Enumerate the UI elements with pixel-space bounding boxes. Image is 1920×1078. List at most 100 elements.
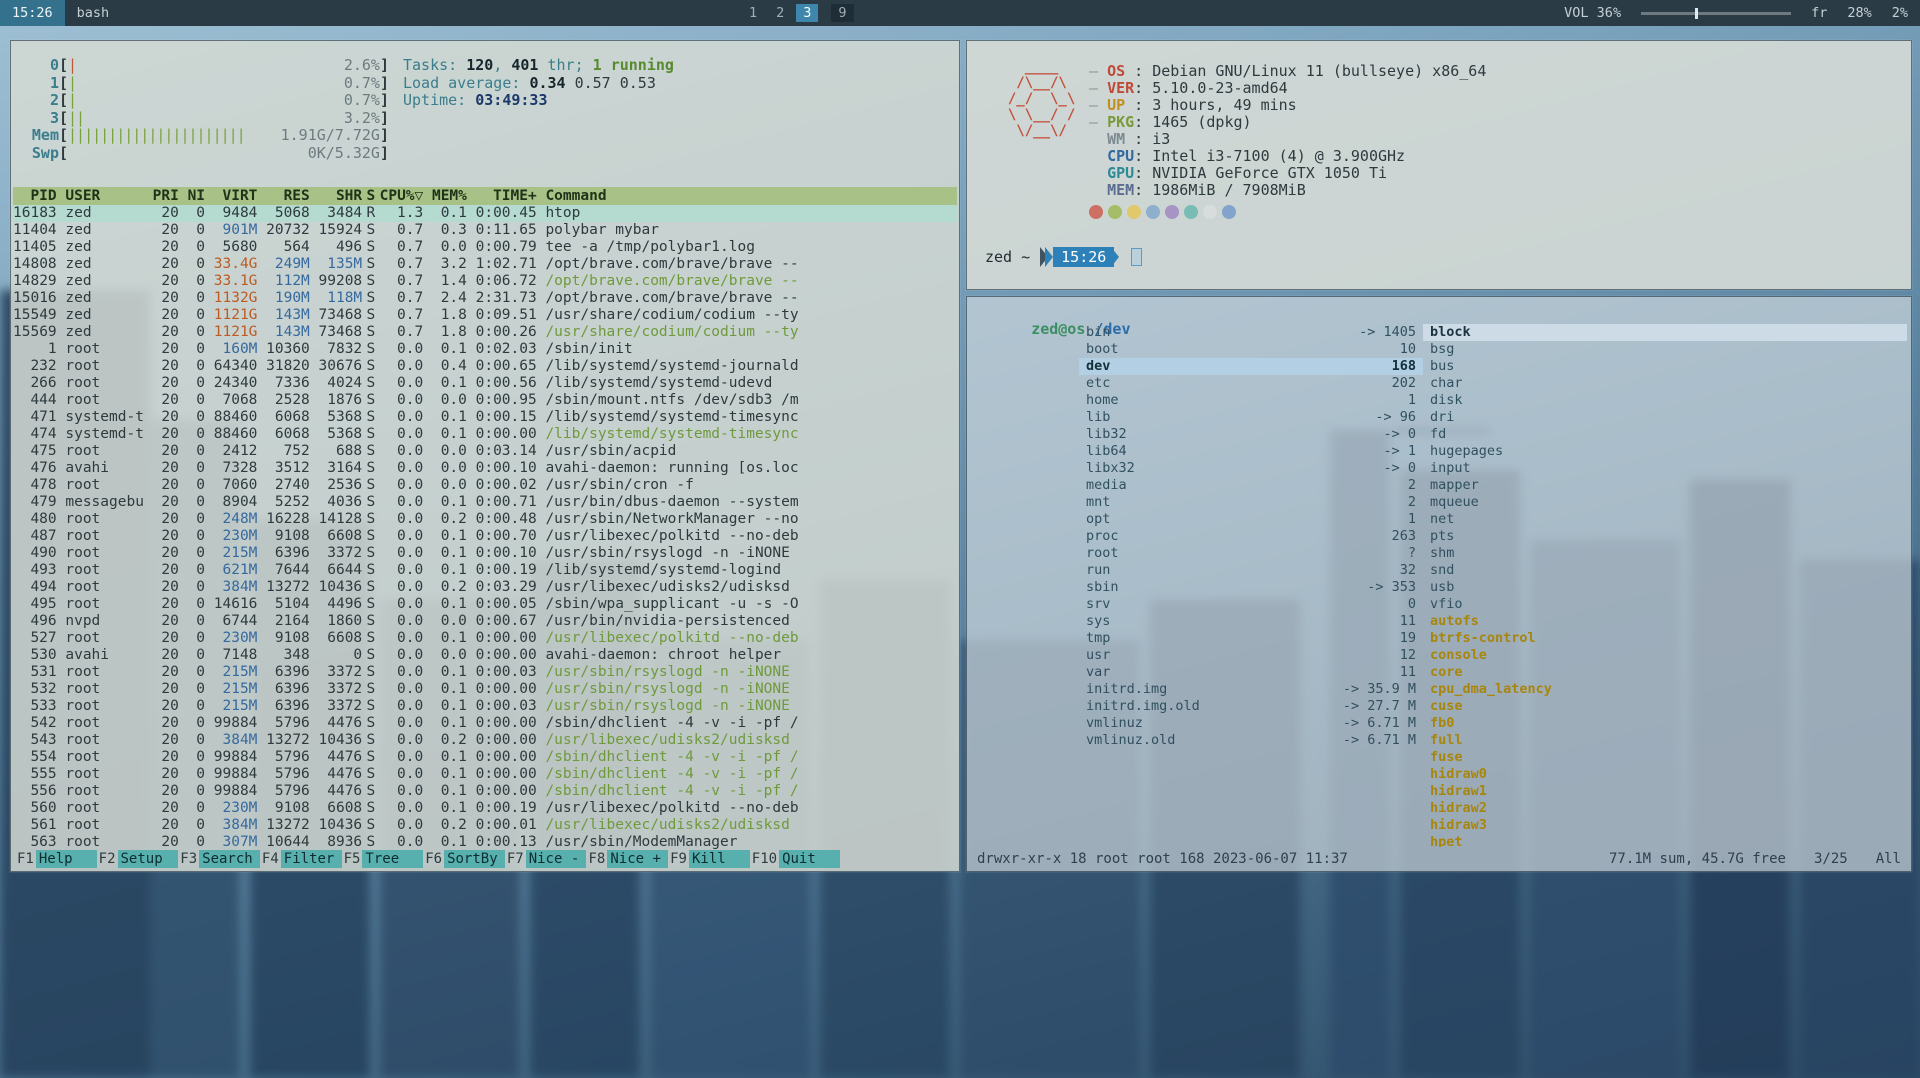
file-row-bin[interactable]: bin-> 1405 xyxy=(1079,324,1423,341)
file-row-snd[interactable]: snd xyxy=(1423,562,1907,579)
shell-prompt[interactable]: zed ~ 15:26 xyxy=(985,247,1142,267)
process-row[interactable]: 16183zed200948450683484R1.30.10:00.45hto… xyxy=(13,205,957,222)
file-row-vmlinuz[interactable]: vmlinuz-> 6.71 M xyxy=(1079,715,1423,732)
process-row[interactable]: 532root200215M63963372S0.00.10:00.00/usr… xyxy=(13,681,957,698)
column-header-res[interactable]: RES xyxy=(257,187,309,205)
process-row[interactable]: 542root2009988457964476S0.00.10:00.00/sb… xyxy=(13,715,957,732)
column-header-pri[interactable]: PRI xyxy=(144,187,179,205)
process-row[interactable]: 560root200230M91086608S0.00.10:00.19/usr… xyxy=(13,800,957,817)
process-row[interactable]: 15569zed2001121G143M73468S0.71.80:00.26/… xyxy=(13,324,957,341)
file-row-lib[interactable]: lib-> 96 xyxy=(1079,409,1423,426)
file-row-srv[interactable]: srv0 xyxy=(1079,596,1423,613)
workspace-button-3[interactable]: 3 xyxy=(796,4,818,22)
file-row-opt[interactable]: opt1 xyxy=(1079,511,1423,528)
file-row-char[interactable]: char xyxy=(1423,375,1907,392)
workspace-button-9[interactable]: 9 xyxy=(831,4,853,22)
process-row[interactable]: 543root200384M1327210436S0.00.20:00.00/u… xyxy=(13,732,957,749)
fkey-setup[interactable]: F2Setup xyxy=(97,850,179,868)
process-row[interactable]: 531root200215M63963372S0.00.10:00.03/usr… xyxy=(13,664,957,681)
process-row[interactable]: 563root200307M106448936S0.00.10:00.13/us… xyxy=(13,834,957,851)
file-row-media[interactable]: media2 xyxy=(1079,477,1423,494)
file-row-bsg[interactable]: bsg xyxy=(1423,341,1907,358)
process-row[interactable]: 527root200230M91086608S0.00.10:00.00/usr… xyxy=(13,630,957,647)
fkey-quit[interactable]: F10Quit xyxy=(750,850,840,868)
process-row[interactable]: 474systemd-t2008846060685368S0.00.10:00.… xyxy=(13,426,957,443)
file-row-var[interactable]: var11 xyxy=(1079,664,1423,681)
process-row[interactable]: 471systemd-t2008846060685368S0.00.10:00.… xyxy=(13,409,957,426)
file-row-input[interactable]: input xyxy=(1423,460,1907,477)
file-row-sbin[interactable]: sbin-> 353 xyxy=(1079,579,1423,596)
file-row-dev[interactable]: dev168 xyxy=(1079,358,1423,375)
file-row-vmlinuz.old[interactable]: vmlinuz.old-> 6.71 M xyxy=(1079,732,1423,749)
file-row-lib64[interactable]: lib64-> 1 xyxy=(1079,443,1423,460)
process-row[interactable]: 1root200160M103607832S0.00.10:02.03/sbin… xyxy=(13,341,957,358)
file-row-initrd.img.old[interactable]: initrd.img.old-> 27.7 M xyxy=(1079,698,1423,715)
fkey-filter[interactable]: F4Filter xyxy=(260,850,342,868)
file-row-btrfs-control[interactable]: btrfs-control xyxy=(1423,630,1907,647)
process-row[interactable]: 14808zed20033.4G249M135MS0.73.21:02.71/o… xyxy=(13,256,957,273)
fkey-kill[interactable]: F9Kill xyxy=(668,850,750,868)
file-row-usb[interactable]: usb xyxy=(1423,579,1907,596)
file-row-cuse[interactable]: cuse xyxy=(1423,698,1907,715)
file-row-shm[interactable]: shm xyxy=(1423,545,1907,562)
process-row[interactable]: 530avahi20071483480S0.00.00:00.00avahi-d… xyxy=(13,647,957,664)
file-row-libx32[interactable]: libx32-> 0 xyxy=(1079,460,1423,477)
fkey-tree[interactable]: F5Tree xyxy=(342,850,424,868)
file-row-dri[interactable]: dri xyxy=(1423,409,1907,426)
process-row[interactable]: 14829zed20033.1G112M99208S0.71.40:06.72/… xyxy=(13,273,957,290)
process-row[interactable]: 555root2009988457964476S0.00.10:00.00/sb… xyxy=(13,766,957,783)
file-row-home[interactable]: home1 xyxy=(1079,392,1423,409)
file-row-mnt[interactable]: mnt2 xyxy=(1079,494,1423,511)
process-row[interactable]: 479messagebu200890452524036S0.00.10:00.7… xyxy=(13,494,957,511)
process-row[interactable]: 494root200384M1327210436S0.00.20:03.29/u… xyxy=(13,579,957,596)
file-row-fd[interactable]: fd xyxy=(1423,426,1907,443)
file-row-mapper[interactable]: mapper xyxy=(1423,477,1907,494)
file-row-full[interactable]: full xyxy=(1423,732,1907,749)
file-row-usr[interactable]: usr12 xyxy=(1079,647,1423,664)
file-row-disk[interactable]: disk xyxy=(1423,392,1907,409)
fkey-search[interactable]: F3Search xyxy=(178,850,260,868)
process-row[interactable]: 11404zed200901M2073215924S0.70.30:11.65p… xyxy=(13,222,957,239)
process-row[interactable]: 480root200248M1622814128S0.00.20:00.48/u… xyxy=(13,511,957,528)
file-row-fuse[interactable]: fuse xyxy=(1423,749,1907,766)
file-row-console[interactable]: console xyxy=(1423,647,1907,664)
file-row-vfio[interactable]: vfio xyxy=(1423,596,1907,613)
file-row-proc[interactable]: proc263 xyxy=(1079,528,1423,545)
fkey-help[interactable]: F1Help xyxy=(15,850,97,868)
file-row-mqueue[interactable]: mqueue xyxy=(1423,494,1907,511)
column-header-pid[interactable]: PID xyxy=(13,187,57,205)
column-header-ni[interactable]: NI xyxy=(179,187,205,205)
file-row-hpet[interactable]: hpet xyxy=(1423,834,1907,847)
file-row-autofs[interactable]: autofs xyxy=(1423,613,1907,630)
column-header-user[interactable]: USER xyxy=(57,187,144,205)
process-row[interactable]: 11405zed2005680564496S0.70.00:00.79tee -… xyxy=(13,239,957,256)
process-row[interactable]: 475root2002412752688S0.00.00:03.14/usr/s… xyxy=(13,443,957,460)
column-header-s[interactable]: S xyxy=(362,187,379,205)
process-row[interactable]: 493root200621M76446644S0.00.10:00.19/lib… xyxy=(13,562,957,579)
file-row-pts[interactable]: pts xyxy=(1423,528,1907,545)
file-row-core[interactable]: core xyxy=(1423,664,1907,681)
volume-slider[interactable] xyxy=(1641,12,1791,15)
process-row[interactable]: 556root2009988457964476S0.00.10:00.00/sb… xyxy=(13,783,957,800)
process-row[interactable]: 554root2009988457964476S0.00.10:00.00/sb… xyxy=(13,749,957,766)
file-row-boot[interactable]: boot10 xyxy=(1079,341,1423,358)
process-row[interactable]: 266root2002434073364024S0.00.10:00.56/li… xyxy=(13,375,957,392)
column-header-command[interactable]: Command xyxy=(537,187,957,205)
volume-slider-handle[interactable] xyxy=(1695,8,1698,19)
process-row[interactable]: 487root200230M91086608S0.00.10:00.70/usr… xyxy=(13,528,957,545)
process-row[interactable]: 15016zed2001132G190M118MS0.72.42:31.73/o… xyxy=(13,290,957,307)
file-row-cpu_dma_latency[interactable]: cpu_dma_latency xyxy=(1423,681,1907,698)
process-row[interactable]: 444root200706825281876S0.00.00:00.95/sbi… xyxy=(13,392,957,409)
file-row-root[interactable]: root? xyxy=(1079,545,1423,562)
file-row-bus[interactable]: bus xyxy=(1423,358,1907,375)
file-row-sys[interactable]: sys11 xyxy=(1079,613,1423,630)
workspace-button-2[interactable]: 2 xyxy=(769,4,791,22)
file-row-hugepages[interactable]: hugepages xyxy=(1423,443,1907,460)
fkey-nice-[interactable]: F7Nice - xyxy=(505,850,587,868)
process-row[interactable]: 476avahi200732835123164S0.00.00:00.10ava… xyxy=(13,460,957,477)
file-row-fb0[interactable]: fb0 xyxy=(1423,715,1907,732)
column-header-virt[interactable]: VIRT xyxy=(205,187,257,205)
column-header-time[interactable]: TIME+ xyxy=(467,187,537,205)
file-row-tmp[interactable]: tmp19 xyxy=(1079,630,1423,647)
process-row[interactable]: 496nvpd200674421641860S0.00.00:00.67/usr… xyxy=(13,613,957,630)
